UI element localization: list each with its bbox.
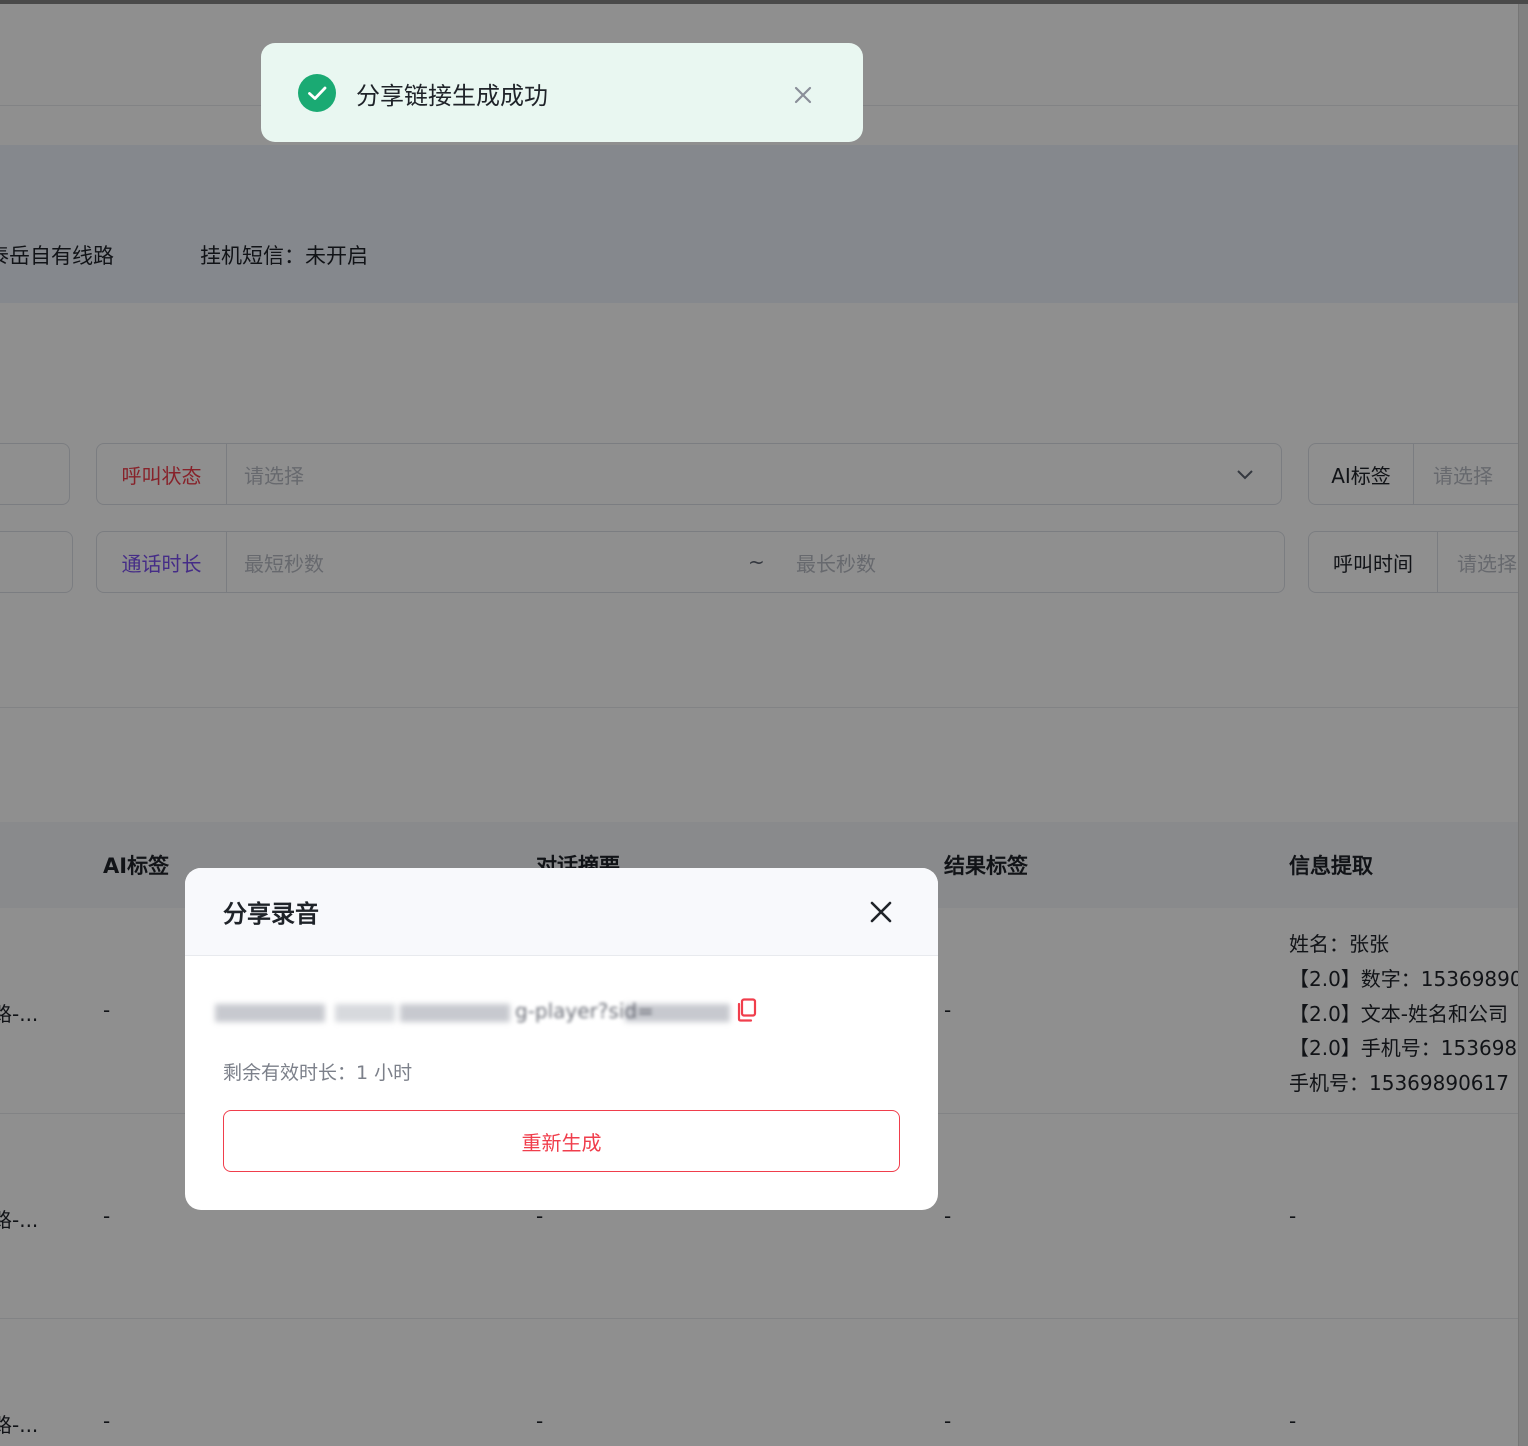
- share-link-text: g-player?sid=: [515, 999, 654, 1023]
- check-circle-icon: [298, 74, 336, 112]
- dialog-header: 分享录音: [185, 868, 938, 956]
- remaining-validity: 剩余有效时长：1 小时: [223, 1062, 413, 1084]
- success-toast: 分享链接生成成功: [261, 43, 863, 142]
- regenerate-button[interactable]: 重新生成: [223, 1110, 900, 1172]
- copy-icon[interactable]: [736, 998, 758, 1022]
- share-recording-dialog: 分享录音 g-player?sid= 剩余有效时长：1 小时 重新生成: [185, 868, 938, 1210]
- toast-message: 分享链接生成成功: [356, 82, 548, 110]
- share-link[interactable]: g-player?sid=: [215, 998, 735, 1028]
- close-icon[interactable]: [791, 83, 815, 107]
- window-top-border: [0, 0, 1528, 4]
- close-icon[interactable]: [865, 896, 897, 928]
- dialog-title: 分享录音: [223, 900, 319, 928]
- modal-overlay[interactable]: [0, 0, 1528, 1446]
